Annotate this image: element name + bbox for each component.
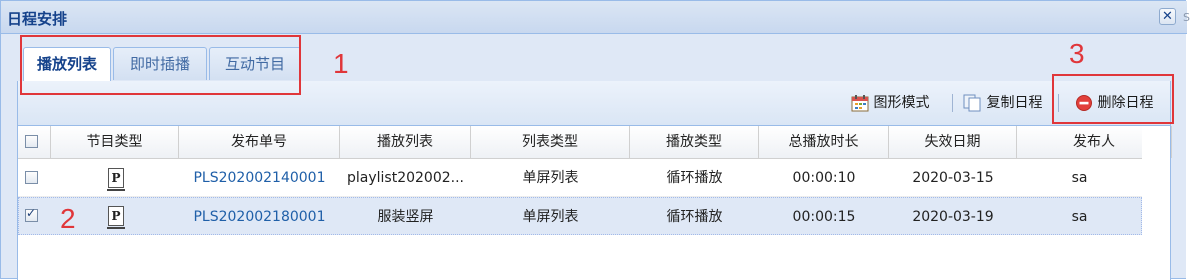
table-row[interactable]: P PLS202002140001 playlist202002... 单屏列表… — [18, 159, 1142, 197]
annotation-box-tabs — [20, 35, 301, 95]
chart-mode-button[interactable]: 图形模式 — [851, 90, 929, 116]
row-checkbox[interactable] — [25, 206, 38, 222]
play-type-cell: 循环播放 — [666, 170, 723, 186]
annotation-number-3: 3 — [1069, 38, 1085, 69]
playlist-cell: 服装竖屏 — [377, 209, 434, 225]
expire-date-cell: 2020-03-15 — [912, 170, 994, 186]
header-order-no[interactable]: 发布单号 — [179, 126, 340, 158]
order-no-link[interactable]: PLS202002180001 — [179, 198, 340, 236]
grid-scroll-area[interactable] — [1142, 126, 1170, 280]
row-checkbox[interactable] — [25, 171, 38, 184]
edge-glyph: S — [1183, 11, 1190, 24]
chart-mode-label: 图形模式 — [873, 95, 930, 111]
annotation-number-1: 1 — [333, 48, 349, 79]
calendar-icon — [851, 94, 869, 112]
expire-date-cell: 2020-03-19 — [912, 209, 994, 225]
annotation-number-2: 2 — [60, 203, 76, 234]
header-list-type[interactable]: 列表类型 — [471, 126, 630, 158]
duration-cell: 00:00:10 — [792, 170, 856, 186]
annotation-box-delete — [1052, 74, 1174, 124]
duration-cell: 00:00:15 — [792, 209, 856, 225]
playlist-cell: playlist202002... — [347, 170, 464, 186]
select-all-checkbox[interactable] — [25, 135, 38, 148]
header-play-type[interactable]: 播放类型 — [630, 126, 759, 158]
playlist-panel: 图形模式 复制日程 删除日程 节目类型 发布单号 播放列表 列表类型 播放类型 … — [17, 81, 1172, 280]
dialog-titlebar[interactable]: 日程安排 ✕ — [1, 1, 1187, 34]
copy-schedule-button[interactable]: 复制日程 — [962, 90, 1042, 116]
dialog-title: 日程安排 — [7, 10, 68, 28]
program-p-icon: P — [107, 168, 125, 191]
list-type-cell: 单屏列表 — [522, 170, 579, 186]
copy-schedule-label: 复制日程 — [986, 95, 1043, 111]
close-icon: ✕ — [1162, 9, 1173, 24]
header-expire-date[interactable]: 失效日期 — [889, 126, 1017, 158]
grid-header: 节目类型 发布单号 播放列表 列表类型 播放类型 总播放时长 失效日期 发布人 — [18, 126, 1172, 159]
toolbar-separator — [952, 94, 953, 112]
header-select-all-cell — [18, 126, 51, 158]
header-playlist[interactable]: 播放列表 — [340, 126, 471, 158]
close-button[interactable]: ✕ — [1159, 8, 1176, 25]
order-no-link[interactable]: PLS202002140001 — [179, 159, 340, 197]
publisher-cell: sa — [1071, 209, 1088, 225]
copy-icon — [962, 94, 982, 112]
list-type-cell: 单屏列表 — [522, 209, 579, 225]
program-p-icon: P — [107, 206, 125, 229]
header-total-duration[interactable]: 总播放时长 — [759, 126, 889, 158]
publisher-cell: sa — [1071, 170, 1088, 186]
play-type-cell: 循环播放 — [666, 209, 723, 225]
table-row[interactable]: P PLS202002180001 服装竖屏 单屏列表 循环播放 00:00:1… — [18, 197, 1142, 235]
header-program-type[interactable]: 节目类型 — [51, 126, 179, 158]
